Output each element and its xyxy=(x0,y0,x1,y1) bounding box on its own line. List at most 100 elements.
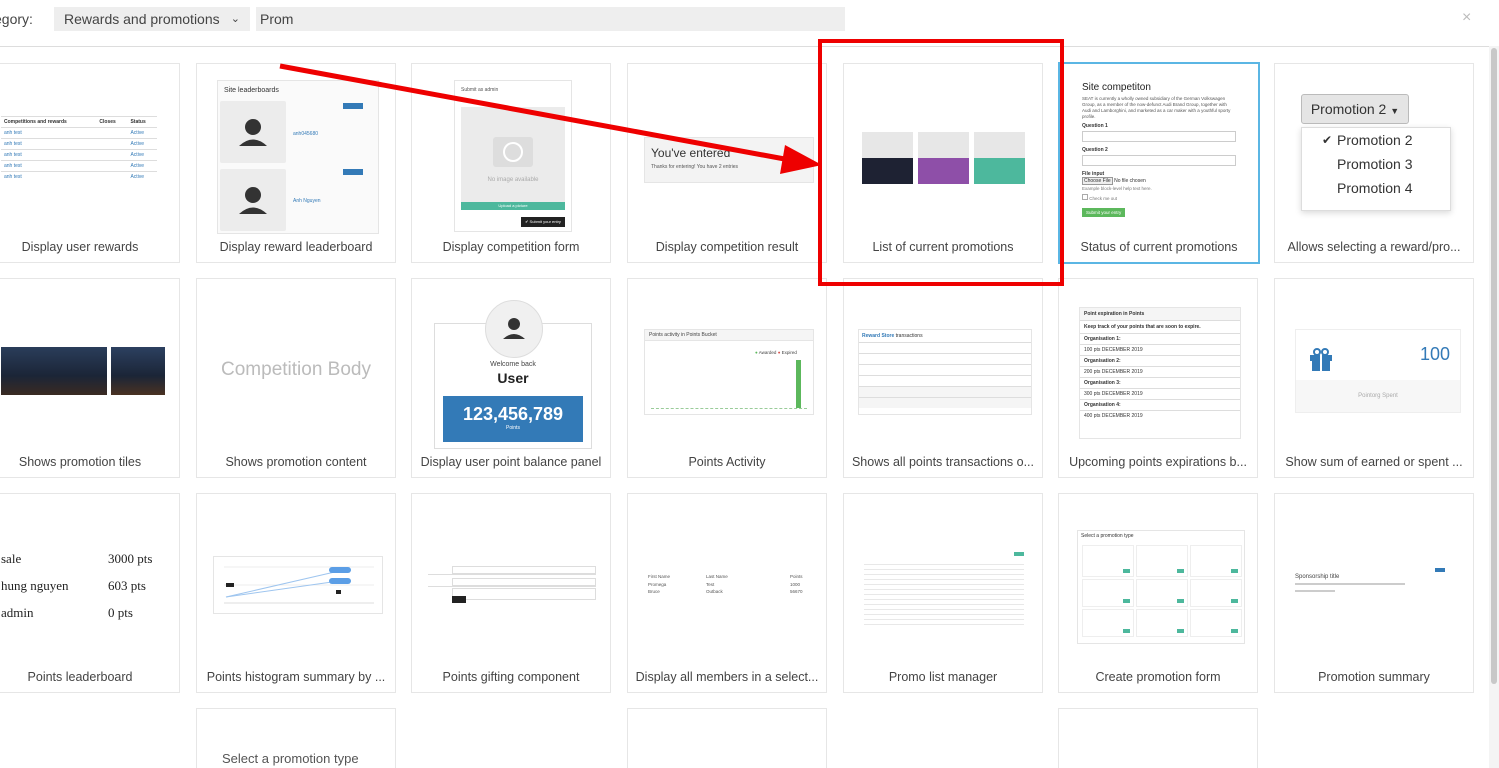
legend-awarded: Awarded xyxy=(758,350,777,355)
camera-icon xyxy=(918,132,969,158)
card-caption: Shows all points transactions o... xyxy=(851,455,1035,469)
table-header: Competitions and rewards xyxy=(1,116,97,128)
expiration-line: 400 pts DECEMBER 2019 xyxy=(1080,410,1240,421)
legend-expired: Expired xyxy=(781,350,797,355)
card-caption: Points gifting component xyxy=(442,670,580,684)
close-icon[interactable]: × xyxy=(1462,9,1471,27)
chevron-down-icon: ⌄ xyxy=(230,13,240,25)
card-display-all-members[interactable]: First Name Last Name Points Promega Test… xyxy=(627,493,827,693)
user-name: User xyxy=(497,370,529,386)
card-points-leaderboard[interactable]: sale 3000 pts hung nguyen 603 pts admin … xyxy=(0,493,180,693)
card-display-user-rewards[interactable]: Competitions and rewards Closes Status anh… xyxy=(0,63,180,263)
camera-icon xyxy=(862,132,913,158)
no-image-placeholder: No image available xyxy=(461,107,565,202)
question-label: Question 1 xyxy=(1082,123,1108,129)
leaderboard-points: 0 pts xyxy=(108,605,133,620)
card-display-reward-leaderboard[interactable]: Site leaderboards anh045680 Anh Nguyen D… xyxy=(196,63,396,263)
table-cell: anh test xyxy=(1,171,97,182)
members-preview: First Name Last Name Points Promega Test… xyxy=(644,572,812,600)
card-partial[interactable] xyxy=(627,708,827,768)
result-subtitle: Thanks for entering! You have 2 entries xyxy=(651,164,739,170)
histogram-chart xyxy=(224,566,374,604)
camera-icon xyxy=(974,132,1025,158)
submit-entry-button: Submit your entry xyxy=(1082,208,1126,217)
card-display-user-point-balance[interactable]: Welcome back User 123,456,789 Points Dis… xyxy=(411,278,611,478)
points-activity-preview: Points activity in Points Bucket ● Award… xyxy=(644,329,814,415)
card-allows-selecting-reward[interactable]: Promotion 2 ▼ ✔ Promotion 2 Promotion 3 P… xyxy=(1274,63,1474,263)
form-title: Submit as admin xyxy=(461,87,499,93)
organisation-label: Organisation 1: xyxy=(1080,333,1240,344)
table-cell: Active xyxy=(127,149,157,161)
card-display-competition-form[interactable]: Submit as admin No image available Uploa… xyxy=(411,63,611,263)
card-points-gifting-component[interactable]: Points gifting component xyxy=(411,493,611,693)
members-cell: Outback xyxy=(706,589,723,594)
card-shows-all-points-transactions[interactable]: Reward Store transactions Shows all poin… xyxy=(843,278,1043,478)
histogram-preview xyxy=(213,556,383,614)
members-cell: Test xyxy=(706,582,715,587)
card-points-activity[interactable]: Points activity in Points Bucket ● Award… xyxy=(627,278,827,478)
card-caption: Allows selecting a reward/pro... xyxy=(1287,240,1461,254)
card-promotion-summary[interactable]: Sponsorship title Promotion summary xyxy=(1274,493,1474,693)
table-cell: Active xyxy=(127,160,157,172)
promo-tile xyxy=(862,132,913,184)
gift-button xyxy=(452,596,466,603)
table-cell: Active xyxy=(127,138,157,150)
pts-badge xyxy=(343,103,363,109)
activity-bar xyxy=(796,360,801,408)
card-shows-promotion-tiles[interactable]: Shows promotion tiles xyxy=(0,278,180,478)
points-label: Points xyxy=(506,425,520,431)
card-show-sum-of-earned-or-spent[interactable]: 100 Pointorg Spent Show sum of earned or… xyxy=(1274,278,1474,478)
balance-panel-preview: Welcome back User 123,456,789 Points xyxy=(434,300,592,449)
person-icon xyxy=(503,318,525,339)
members-header: First Name xyxy=(648,574,671,579)
leaderboard-points: 603 pts xyxy=(108,578,146,593)
create-promotion-preview: Select a promotion type xyxy=(1077,530,1245,644)
result-title: You've entered xyxy=(651,146,731,160)
question-input xyxy=(1082,131,1236,142)
category-select[interactable]: Rewards and promotions ⌄ xyxy=(54,7,250,31)
points-balance-box: 123,456,789 Points xyxy=(443,396,583,442)
card-status-of-current-promotions[interactable]: Site competiton SEAT is currently a whol… xyxy=(1058,62,1260,264)
scrollbar[interactable] xyxy=(1489,46,1499,768)
leaderboard-title: Site leaderboards xyxy=(224,87,279,94)
card-points-histogram-summary[interactable]: Points histogram summary by ... xyxy=(196,493,396,693)
transactions-title-rest: transactions xyxy=(894,333,923,339)
promo-list-preview xyxy=(860,544,1028,628)
search-input[interactable]: Prom xyxy=(256,7,845,31)
avatar xyxy=(220,169,286,231)
organisation-label: Organisation 2: xyxy=(1080,355,1240,366)
file-status: No file chosen xyxy=(1114,178,1146,184)
card-upcoming-points-expirations[interactable]: Point expiration in Points Keep track of… xyxy=(1058,278,1258,478)
rewards-table-preview: Competitions and rewards Closes Status anh… xyxy=(1,116,161,206)
sum-value: 100 xyxy=(1419,344,1450,364)
transactions-preview: Reward Store transactions xyxy=(858,329,1032,415)
card-create-promotion-form[interactable]: Select a promotion type Create promotion… xyxy=(1058,493,1258,693)
dropdown-value: Promotion 2 xyxy=(1310,101,1387,117)
expirations-subtitle: Keep track of your points that are soon … xyxy=(1080,320,1240,333)
checkbox xyxy=(1082,194,1088,200)
organisation-label: Organisation 4: xyxy=(1080,399,1240,410)
points-value: 123,456,789 xyxy=(462,404,564,424)
leaderboard-name: admin xyxy=(1,605,34,620)
members-header: Last Name xyxy=(706,574,728,579)
card-caption: Show sum of earned or spent ... xyxy=(1285,455,1463,469)
card-list-of-current-promotions[interactable]: List of current promotions xyxy=(843,63,1043,263)
person-icon xyxy=(239,187,267,214)
competition-body-text: Competition Body xyxy=(221,359,371,380)
category-value: Rewards and promotions xyxy=(64,11,220,27)
card-display-competition-result[interactable]: You've entered Thanks for entering! You … xyxy=(627,63,827,263)
card-caption: Shows promotion tiles xyxy=(18,455,142,469)
person-icon xyxy=(239,119,267,146)
card-caption: Display competition result xyxy=(655,240,799,254)
scrollbar-thumb[interactable] xyxy=(1491,48,1497,684)
members-cell: 1000 xyxy=(790,582,801,587)
competition-form-preview: Submit as admin No image available Uploa… xyxy=(454,80,572,232)
dropdown-option: Promotion 4 xyxy=(1302,176,1450,200)
card-promo-list-manager[interactable]: Promo list manager xyxy=(843,493,1043,693)
card-shows-promotion-content[interactable]: Competition Body Shows promotion content xyxy=(196,278,396,478)
card-select-promotion-type[interactable]: Select a promotion type xyxy=(196,708,396,768)
option-label: Promotion 2 xyxy=(1337,132,1413,148)
card-partial[interactable] xyxy=(1058,708,1258,768)
create-promotion-title: Select a promotion type xyxy=(1081,533,1134,539)
transactions-title: Reward Store xyxy=(862,333,895,339)
